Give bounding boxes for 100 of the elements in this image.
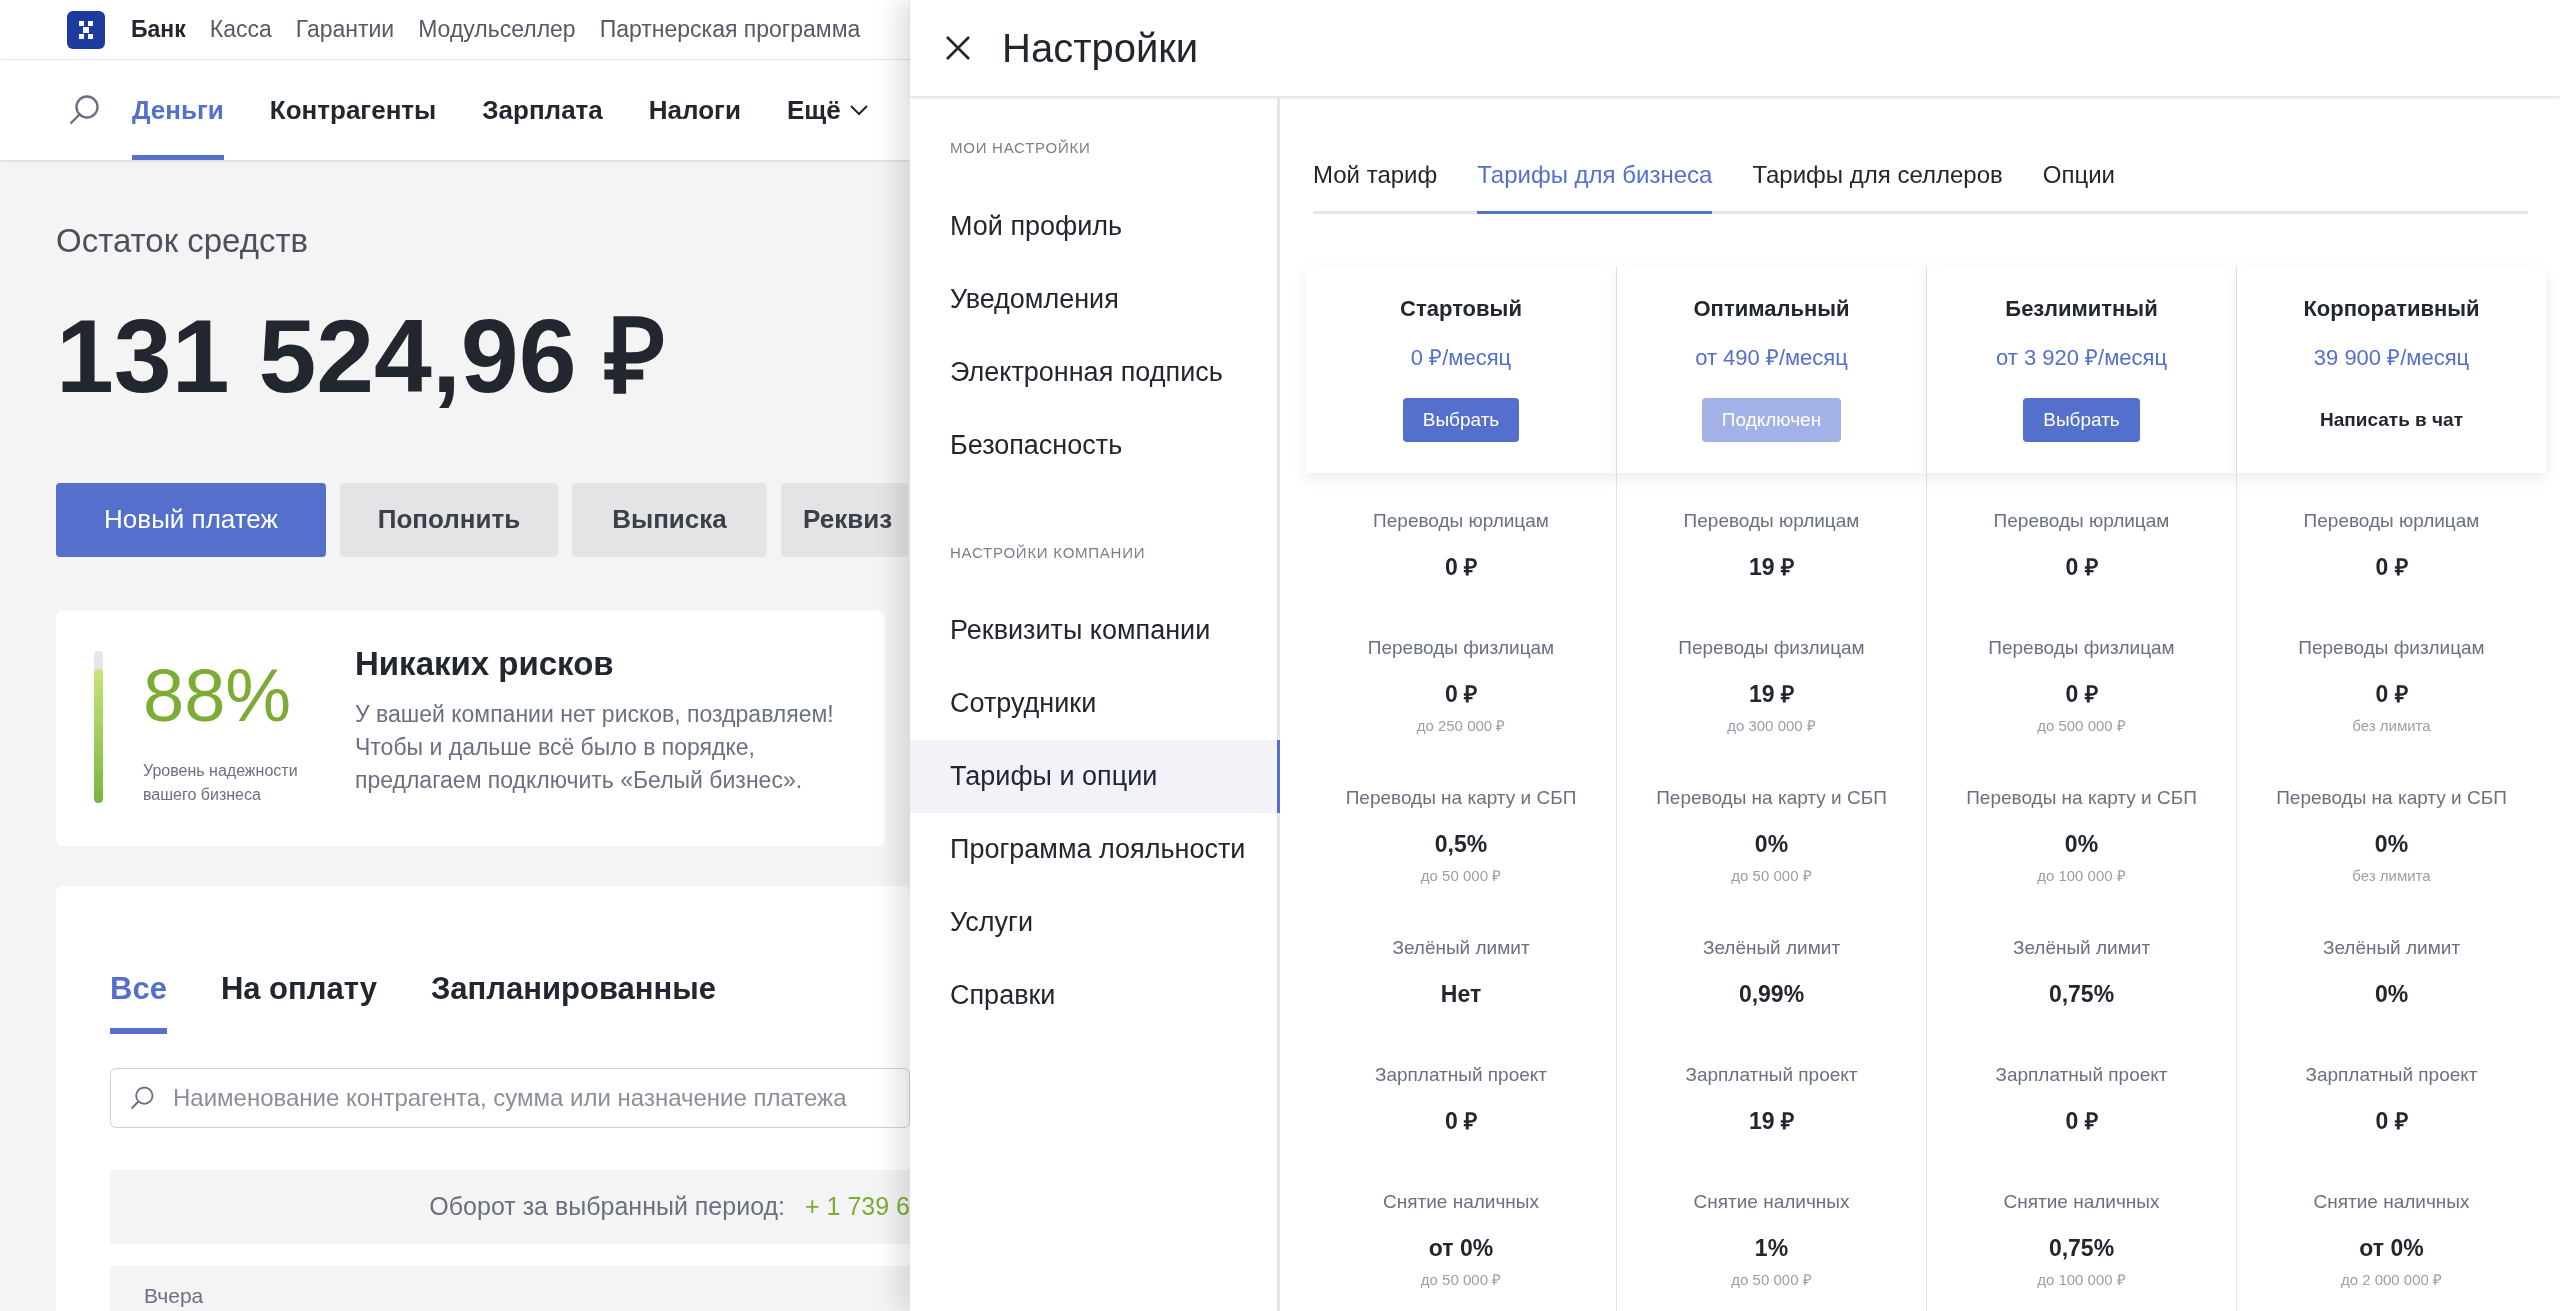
feature-value: 0 ₽ bbox=[1444, 679, 1478, 709]
search-field[interactable]: Наименование контрагента, сумма или назначение платежа bbox=[110, 1068, 910, 1128]
feature-label: Переводы физлицам bbox=[1367, 636, 1555, 660]
feature-note: до 2 000 000 ₽ bbox=[2340, 1270, 2443, 1290]
action-button[interactable]: Реквиз bbox=[781, 482, 908, 557]
feature-label: Снятие наличных bbox=[1693, 1190, 1850, 1214]
feature-note: до 300 000 ₽ bbox=[1727, 716, 1816, 736]
action-button[interactable]: Выписка bbox=[572, 482, 767, 557]
feature-label: Снятие наличных bbox=[2003, 1190, 2160, 1214]
feature-note: до 50 000 ₽ bbox=[1420, 1270, 1502, 1290]
feature-value: 0 ₽ bbox=[2065, 679, 2098, 709]
feature-note: до 250 000 ₽ bbox=[1416, 716, 1506, 736]
feature-note: до 50 000 ₽ bbox=[1731, 866, 1812, 886]
feature-note: до 50 000 ₽ bbox=[1731, 1270, 1812, 1290]
top-link[interactable]: Партнерская программа bbox=[599, 12, 861, 47]
feature-note: до 50 000 ₽ bbox=[1420, 866, 1502, 886]
payments-tab[interactable]: Все bbox=[110, 965, 167, 1034]
feature-note: до 100 000 ₽ bbox=[2037, 866, 2126, 886]
nav-tab[interactable]: Деньги bbox=[132, 60, 224, 160]
choose-button[interactable]: Выбрать bbox=[2023, 398, 2140, 442]
sidebar-heading: МОИ НАСТРОЙКИ bbox=[949, 138, 1092, 158]
sidebar-item[interactable]: Услуги bbox=[910, 886, 1280, 959]
feature-label: Зарплатный проект bbox=[1685, 1063, 1858, 1087]
nav-tab[interactable]: Зарплата bbox=[482, 60, 603, 160]
feature-note: без лимита bbox=[2352, 866, 2431, 886]
payments-tab[interactable]: Запланированные bbox=[430, 965, 716, 1034]
balance-amount: 131 524,96 ₽ bbox=[56, 303, 668, 408]
feature-value: от 0% bbox=[2359, 1233, 2424, 1263]
sidebar-item[interactable]: Безопасность bbox=[910, 408, 1280, 482]
action-button[interactable]: Пополнить bbox=[340, 482, 558, 557]
action-button[interactable]: Новый платеж bbox=[56, 482, 326, 557]
risk-title: Никаких рисков bbox=[355, 643, 615, 684]
settings-tab[interactable]: Тарифы для бизнеса bbox=[1477, 157, 1713, 214]
feature-label: Переводы физлицам bbox=[2298, 636, 2485, 660]
sidebar-item[interactable]: Сотрудники bbox=[910, 667, 1280, 740]
feature-label: Переводы юрлицам bbox=[2303, 509, 2480, 533]
feature-label: Снятие наличных bbox=[1383, 1190, 1539, 1214]
plan-price: от 490 ₽/месяц bbox=[1695, 344, 1848, 372]
feature-label: Зарплатный проект bbox=[1374, 1063, 1548, 1087]
reliability-percent: 88% bbox=[143, 658, 293, 733]
settings-tab[interactable]: Тарифы для селлеров bbox=[1752, 157, 2003, 214]
feature-value: 0 ₽ bbox=[1444, 552, 1478, 582]
settings-tab[interactable]: Опции bbox=[2042, 157, 2115, 214]
settings-title: Настройки bbox=[1002, 25, 1199, 72]
plan-price: 39 900 ₽/месяц bbox=[2313, 344, 2470, 372]
feature-note: без лимита bbox=[2352, 716, 2431, 736]
feature-value: 19 ₽ bbox=[1749, 552, 1794, 582]
feature-label: Зарплатный проект bbox=[2305, 1063, 2478, 1087]
plan-name: Стартовый bbox=[1400, 295, 1522, 323]
nav-tab[interactable]: Ещё bbox=[786, 60, 869, 160]
feature-value: 0,99% bbox=[1738, 979, 1805, 1009]
feature-label: Переводы на карту и СБП bbox=[1345, 786, 1577, 810]
feature-note: до 500 000 ₽ bbox=[2037, 716, 2126, 736]
feature-label: Переводы физлицам bbox=[1988, 636, 2175, 660]
top-link[interactable]: Гарантии bbox=[295, 12, 395, 47]
turnover-value: + 1 739 6 bbox=[805, 1191, 910, 1223]
sidebar-heading: НАСТРОЙКИ КОМПАНИИ bbox=[949, 542, 1147, 563]
feature-label: Переводы на карту и СБП bbox=[1656, 786, 1887, 810]
plan-name: Корпоративный bbox=[2303, 295, 2480, 323]
date-group-label: Вчера bbox=[144, 1283, 204, 1310]
nav-tab[interactable]: Контрагенты bbox=[269, 60, 437, 160]
payments-tab[interactable]: На оплату bbox=[220, 965, 377, 1034]
turnover-label: Оборот за выбранный период: bbox=[429, 1191, 786, 1223]
feature-label: Снятие наличных bbox=[2313, 1190, 2470, 1214]
feature-value: 0% bbox=[1754, 829, 1789, 859]
feature-note: до 100 000 ₽ bbox=[2037, 1270, 2126, 1290]
plan-name: Безлимитный bbox=[2005, 295, 2158, 323]
top-link[interactable]: Касса bbox=[209, 12, 272, 47]
sidebar-item[interactable]: Электронная подпись bbox=[910, 335, 1280, 409]
feature-value: 0,75% bbox=[2048, 1233, 2115, 1263]
feature-value: 19 ₽ bbox=[1749, 679, 1794, 709]
feature-value: 0% bbox=[2374, 979, 2409, 1009]
choose-button[interactable]: Выбрать bbox=[1402, 398, 1520, 442]
feature-value: 1% bbox=[1754, 1233, 1789, 1263]
sidebar-item[interactable]: Справки bbox=[910, 959, 1280, 1032]
settings-tab[interactable]: Мой тариф bbox=[1313, 157, 1438, 214]
feature-value: 0% bbox=[2374, 829, 2409, 859]
feature-value: 0% bbox=[2064, 829, 2099, 859]
sidebar-item[interactable]: Реквизиты компании bbox=[910, 594, 1280, 667]
feature-label: Переводы юрлицам bbox=[1373, 509, 1549, 533]
feature-label: Переводы юрлицам bbox=[1993, 509, 2170, 533]
feature-label: Зелёный лимит bbox=[2322, 936, 2461, 960]
nav-tab[interactable]: Налоги bbox=[648, 60, 741, 160]
sidebar-item[interactable]: Мой профиль bbox=[910, 189, 1280, 263]
top-link[interactable]: Модульселлер bbox=[418, 12, 576, 47]
sidebar-item[interactable]: Тарифы и опции bbox=[910, 740, 1280, 813]
feature-value: 0,5% bbox=[1434, 829, 1488, 859]
feature-label: Зелёный лимит bbox=[1702, 936, 1841, 960]
feature-value: 19 ₽ bbox=[1749, 1106, 1794, 1136]
sidebar-item[interactable]: Программа лояльности bbox=[910, 813, 1280, 886]
feature-value: от 0% bbox=[1428, 1233, 1494, 1263]
feature-value: Нет bbox=[1440, 979, 1482, 1009]
chat-link[interactable]: Написать в чат bbox=[2320, 398, 2463, 442]
feature-label: Переводы физлицам bbox=[1678, 636, 1865, 660]
top-link[interactable]: Банк bbox=[131, 12, 186, 47]
feature-label: Зелёный лимит bbox=[2012, 936, 2151, 960]
feature-value: 0 ₽ bbox=[1444, 1106, 1478, 1136]
reliability-caption: Уровень надежности вашего бизнеса bbox=[143, 760, 299, 805]
feature-value: 0 ₽ bbox=[2375, 552, 2408, 582]
sidebar-item[interactable]: Уведомления bbox=[910, 262, 1280, 336]
